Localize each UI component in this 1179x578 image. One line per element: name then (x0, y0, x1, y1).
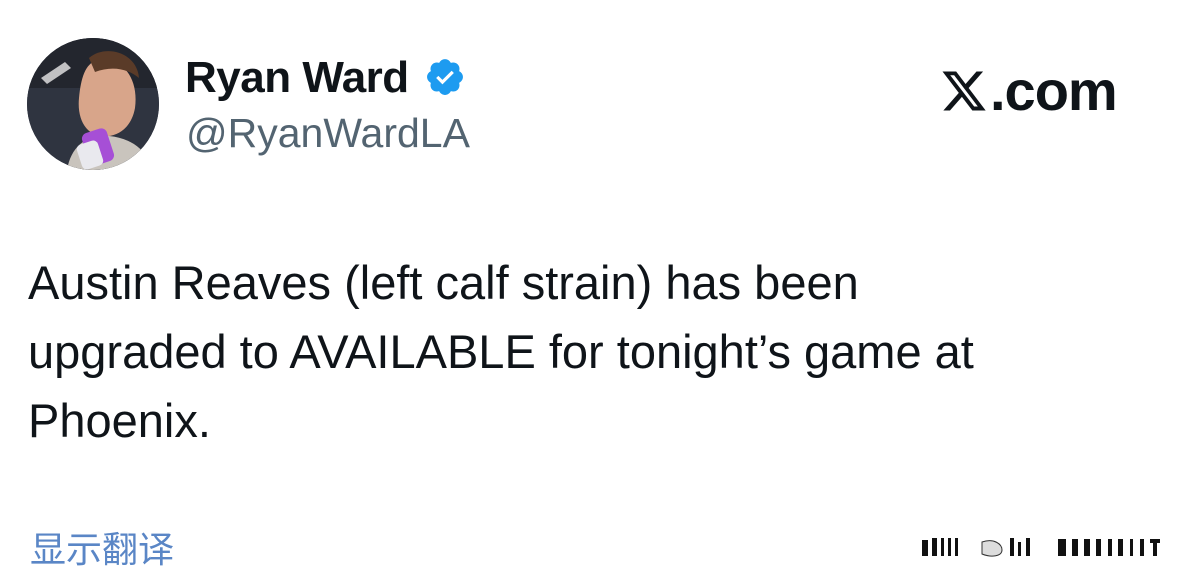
avatar-photo (27, 38, 159, 170)
show-translation-link[interactable]: 显示翻译 (30, 528, 174, 574)
author-handle[interactable]: @RyanWardLA (186, 108, 470, 158)
verified-badge-icon (427, 59, 463, 95)
brand-domain-text: .com (990, 59, 1118, 122)
author-display-name[interactable]: Ryan Ward (185, 52, 409, 104)
avatar[interactable] (27, 38, 159, 170)
x-com-brand: .com (940, 59, 1118, 122)
watermark-icon (922, 538, 1160, 557)
x-logo-icon (942, 71, 986, 111)
tweet-text: Austin Reaves (left calf strain) has bee… (28, 256, 974, 447)
